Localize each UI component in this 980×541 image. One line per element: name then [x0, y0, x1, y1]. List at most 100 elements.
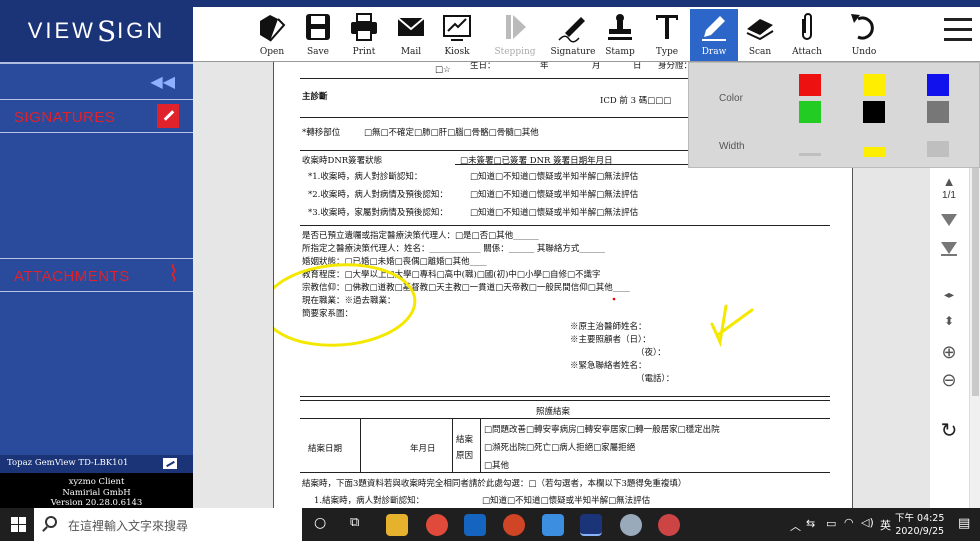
outlook-icon[interactable] [464, 514, 486, 536]
attach-button[interactable]: Attach [783, 9, 831, 61]
form-id-label: 身分證： [658, 62, 693, 71]
undo-button[interactable]: Undo [840, 9, 888, 61]
ime-indicator[interactable]: 英 [880, 517, 891, 533]
viewsign-taskbar-icon[interactable] [580, 514, 602, 536]
network-share-icon[interactable]: ⇆ [806, 517, 815, 530]
tool-label: Stamp [605, 47, 635, 57]
width-option-thin[interactable] [799, 153, 821, 156]
tray-chevron-icon[interactable]: ︿ [790, 518, 801, 534]
system-clock[interactable]: 下午 04:25 2020/9/25 [895, 512, 944, 538]
last-page-icon[interactable] [930, 242, 968, 256]
tool-label: Draw [701, 47, 727, 57]
print-button[interactable]: Print [340, 9, 388, 61]
logo-text-right: IGN [117, 18, 166, 43]
volume-icon[interactable]: ◁) [861, 516, 874, 529]
viewsign-logo: VIEW S IGN [0, 0, 193, 62]
question-1-options: □知道□不知道□懷疑或半知半解□無法評估 [470, 172, 639, 182]
version-info: xyzmo Client Namirial GmbH Version 20.28… [0, 473, 193, 508]
search-placeholder: 在這裡輸入文字來搜尋 [68, 519, 189, 533]
wifi-icon[interactable]: ◠ [844, 516, 854, 529]
double-chevron-left-icon[interactable]: ◀◀ [150, 72, 175, 92]
powerpoint-icon[interactable] [503, 514, 525, 536]
printer-icon [351, 13, 377, 41]
save-button[interactable]: Save [294, 9, 342, 61]
pen-signature-icon [558, 17, 585, 43]
windows-start-icon[interactable] [11, 517, 26, 532]
paperclip-icon [802, 13, 812, 40]
scroll-up-icon[interactable]: ▲ [930, 174, 968, 189]
end-reason-3: □其他 [484, 461, 510, 471]
notification-icon[interactable]: ▤ [958, 516, 970, 531]
battery-icon[interactable]: ▭ [826, 517, 836, 530]
app-icon[interactable] [658, 514, 680, 536]
proxy-question: 是否已預立遺囑或指定醫療決策代理人：□是□否□其他______ [302, 231, 539, 241]
sidebar-section-attachments[interactable]: ATTACHMENTS ⌇ [0, 258, 193, 292]
contact-emergency: ※緊急聯絡者姓名： [570, 361, 647, 371]
undo-icon [851, 14, 874, 40]
color-swatch-black[interactable] [863, 101, 885, 123]
windows-taskbar: 在這裡輸入文字來搜尋 ○ ⧉ ︿ ⇆ ▭ ◠ ◁) 英 下午 04:25 202… [0, 508, 980, 541]
device-edit-icon[interactable] [163, 458, 177, 469]
form-rule [300, 418, 830, 419]
color-swatch-gray[interactable] [927, 101, 949, 123]
stamp-button[interactable]: Stamp [596, 9, 644, 61]
stepping-button[interactable]: Stepping [491, 9, 539, 61]
width-label: Width [719, 141, 745, 152]
draw-button[interactable]: Draw [690, 9, 738, 61]
form-vrule [452, 418, 453, 472]
tool-label: Signature [550, 47, 596, 57]
remote-desktop-icon[interactable] [542, 514, 564, 536]
sidebar-section-signatures[interactable]: SIGNATURES [0, 99, 193, 133]
end-date-label: 結案日期 [308, 444, 343, 454]
rotate-icon[interactable]: ↻ [930, 418, 968, 443]
question-2-options: □知道□不知道□懷疑或半知半解□無法評估 [470, 190, 639, 200]
color-swatch-red[interactable] [799, 74, 821, 96]
scan-button[interactable]: Scan [736, 9, 784, 61]
form-day: 日 [633, 62, 642, 71]
question-2: *2.收案時，病人對病情及預後認知： [308, 190, 448, 200]
form-year: 年 [540, 62, 549, 71]
width-option-medium[interactable] [863, 147, 885, 157]
task-view-icon[interactable]: ⧉ [350, 515, 359, 530]
form-rule [300, 472, 830, 473]
mail-button[interactable]: Mail [387, 9, 435, 61]
taskbar-search-box[interactable]: 在這裡輸入文字來搜尋 [34, 508, 302, 541]
contact-phone: （電話）： [636, 374, 675, 384]
drawn-red-dot [612, 297, 616, 301]
edit-square-icon[interactable] [157, 104, 179, 128]
open-button[interactable]: Open [248, 9, 296, 61]
type-button[interactable]: Type [643, 9, 691, 61]
end-reason-label: 結案原因 [456, 435, 474, 461]
fit-width-icon[interactable]: ◂▸ [930, 290, 968, 301]
paperclip-icon[interactable]: ⌇ [168, 261, 179, 287]
kiosk-button[interactable]: Kiosk [433, 9, 481, 61]
hamburger-menu-icon[interactable] [944, 18, 972, 42]
version-line: Version 20.28.0.6143 [50, 498, 143, 508]
contact-night: （夜）： [636, 348, 666, 358]
page-indicator: 1/1 [942, 190, 956, 201]
contact-caregiver: ※主要照顧者（日）： [570, 335, 651, 345]
marital-status: 婚姻狀態：□已婚□未婚□喪偶□離婚□其他____ [302, 257, 487, 267]
color-swatch-green[interactable] [799, 101, 821, 123]
device-name: Topaz GemView TD-LBK101 [7, 458, 129, 468]
app-icon[interactable] [620, 514, 642, 536]
chrome-icon[interactable] [426, 514, 448, 536]
end-question-1-options: □知道□不知道□懷疑或半知半解□無法評估 [482, 496, 651, 506]
sidebar: VIEW S IGN ◀◀ SIGNATURES ATTACHMENTS ⌇ Top… [0, 0, 193, 508]
fit-height-icon[interactable]: ⬍ [930, 314, 968, 328]
care-closure-title: 照護結案 [536, 407, 571, 417]
cortana-icon[interactable]: ○ [314, 515, 326, 531]
signature-button[interactable]: Signature [549, 9, 597, 61]
zoom-in-icon[interactable]: ⊕ [930, 342, 968, 363]
form-vrule [480, 418, 481, 472]
width-option-thick[interactable] [927, 141, 949, 157]
signature-pad-device: Topaz GemView TD-LBK101 [0, 455, 193, 473]
end-date-ymd: 年月日 [410, 444, 436, 454]
form-month: 月 [592, 62, 601, 71]
next-page-icon[interactable] [930, 214, 968, 226]
color-swatch-yellow[interactable] [863, 74, 885, 96]
draw-options-panel: Color Width [688, 62, 980, 168]
zoom-out-icon[interactable]: ⊖ [930, 370, 968, 391]
file-explorer-icon[interactable] [386, 514, 408, 536]
color-swatch-blue[interactable] [927, 74, 949, 96]
